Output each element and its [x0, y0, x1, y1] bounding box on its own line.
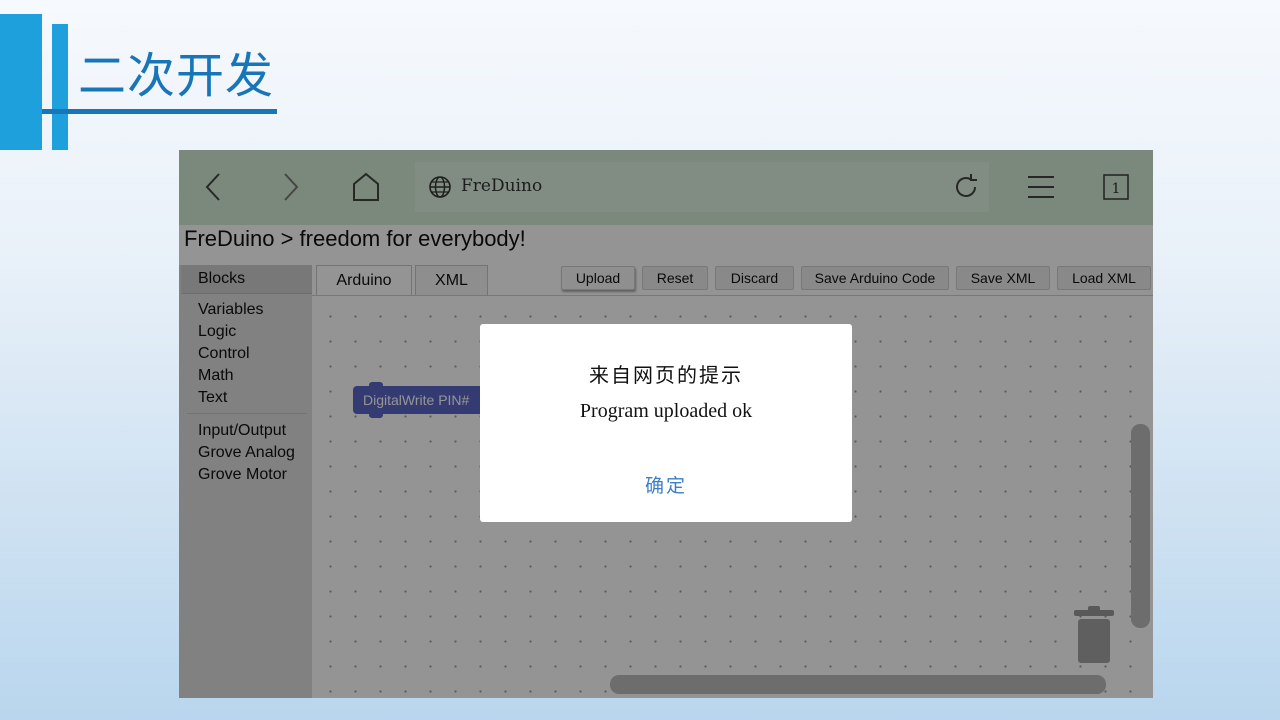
slide-accent-bar-thin	[52, 24, 68, 150]
slide-title: 二次开发	[78, 48, 275, 104]
dialog-message: Program uploaded ok	[579, 400, 753, 422]
slide-accent-bar	[0, 14, 42, 150]
alert-dialog: 来自网页的提示 Program uploaded ok 确定	[480, 324, 852, 522]
ok-button[interactable]: 确定	[616, 468, 716, 504]
dialog-title: 来自网页的提示	[589, 363, 743, 387]
browser-screenshot: FreDuino 1 FreDuino > freedom for everyb…	[179, 150, 1153, 698]
slide-title-underline	[42, 109, 277, 114]
